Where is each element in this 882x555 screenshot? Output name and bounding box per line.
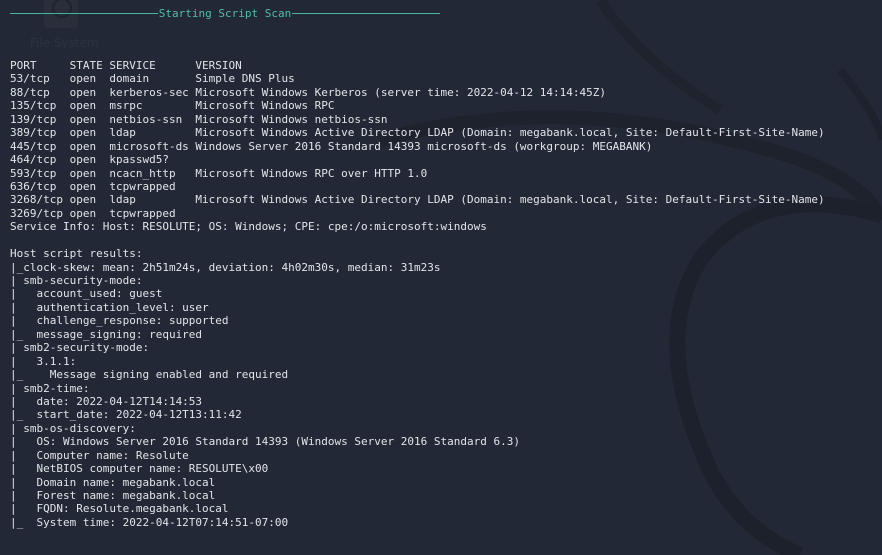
output-line: | OS: Windows Server 2016 Standard 14393…: [10, 435, 520, 449]
output-line: | NetBIOS computer name: RESOLUTE\x00: [10, 462, 269, 476]
output-line: |_ System time: 2022-04-12T07:14:51-07:0…: [10, 515, 289, 529]
output-line: Service Info: Host: RESOLUTE; OS: Window…: [10, 220, 487, 234]
desktop-icon-label: File System: [30, 36, 99, 50]
output-line: 139/tcp open netbios-ssn Microsoft Windo…: [10, 112, 388, 126]
divider: [10, 12, 158, 14]
output-line: | smb2-security-mode:: [10, 341, 150, 355]
output-line: 593/tcp open ncacn_http Microsoft Window…: [10, 166, 428, 180]
output-line: | challenge_response: supported: [10, 314, 229, 328]
output-line: 88/tcp open kerberos-sec Microsoft Windo…: [10, 85, 607, 99]
output-line: | smb-security-mode:: [10, 274, 143, 287]
output-line: PORT STATE SERVICE VERSION: [10, 59, 242, 72]
output-line: | account_used: guest: [10, 287, 163, 301]
output-line: 53/tcp open domain Simple DNS Plus: [10, 72, 295, 86]
output-line: | smb-os-discovery:: [10, 421, 136, 435]
output-line: | smb2-time:: [10, 381, 90, 395]
output-line: | Forest name: megabank.local: [10, 489, 216, 502]
divider: [292, 12, 441, 14]
output-line: |_ Message signing enabled and required: [10, 368, 289, 382]
output-line: | date: 2022-04-12T14:14:53: [10, 394, 203, 408]
output-line: | authentication_level: user: [10, 300, 209, 314]
output-line: | FQDN: Resolute.megabank.local: [10, 502, 229, 516]
output-line: 636/tcp open tcpwrapped: [10, 179, 176, 193]
output-line: |_ start_date: 2022-04-12T13:11:42: [10, 408, 242, 422]
output-line: |_ message_signing: required: [10, 327, 203, 341]
output-line: | 3.1.1:: [10, 354, 77, 368]
section-header: Starting Script Scan: [10, 6, 441, 20]
output-line: 464/tcp open kpasswd5?: [10, 153, 169, 167]
output-line: |_clock-skew: mean: 2h51m24s, deviation:…: [10, 260, 441, 274]
terminal-output[interactable]: PORT STATE SERVICE VERSION 53/tcp open do…: [10, 59, 825, 529]
section-title: Starting Script Scan: [158, 6, 292, 20]
output-line: 445/tcp open microsoft-ds Windows Server…: [10, 139, 653, 153]
output-line: 389/tcp open ldap Microsoft Windows Acti…: [10, 126, 825, 140]
output-line: | Computer name: Resolute: [10, 448, 189, 462]
output-line: | Domain name: megabank.local: [10, 475, 216, 489]
output-line: 135/tcp open msrpc Microsoft Windows RPC: [10, 99, 335, 113]
output-line: 3269/tcp open tcpwrapped: [10, 206, 176, 220]
output-line: 3268/tcp open ldap Microsoft Windows Act…: [10, 193, 825, 207]
output-line: Host script results:: [10, 247, 143, 261]
